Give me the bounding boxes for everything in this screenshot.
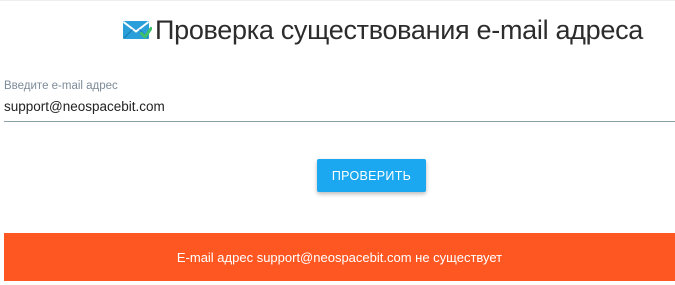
email-checker-page: Проверка существования e-mail адреса Вве… — [0, 0, 675, 285]
page-header: Проверка существования e-mail адреса — [122, 12, 643, 48]
email-field-group: Введите e-mail адрес — [4, 76, 675, 122]
top-divider — [0, 0, 675, 1]
envelope-check-icon — [122, 19, 152, 41]
email-input[interactable] — [4, 94, 675, 122]
page-title: Проверка существования e-mail адреса — [155, 14, 643, 45]
result-banner: E-mail адрес support@neospacebit.com не … — [4, 233, 675, 281]
email-field-label: Введите e-mail адрес — [4, 80, 118, 92]
check-button[interactable]: ПРОВЕРИТЬ — [317, 159, 426, 192]
result-message: E-mail адрес support@neospacebit.com не … — [176, 249, 503, 265]
